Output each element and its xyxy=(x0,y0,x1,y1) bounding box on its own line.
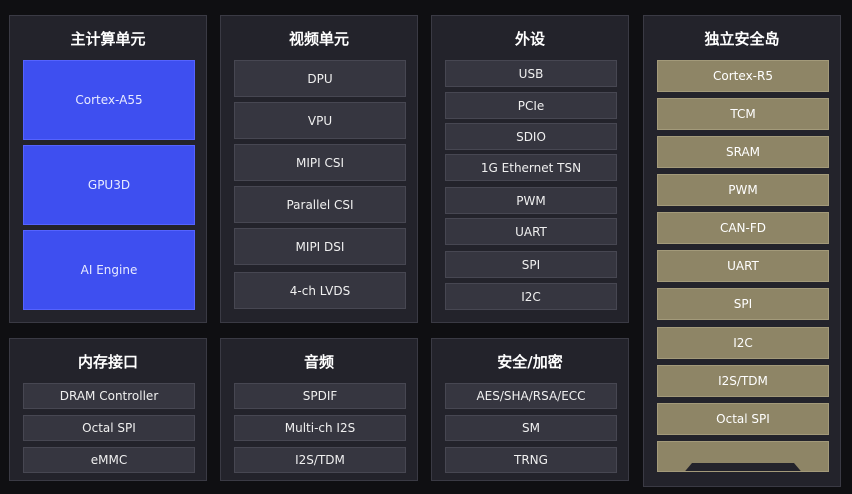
island-octal-spi: Octal SPI xyxy=(657,403,829,435)
block-octal-spi: Octal SPI xyxy=(23,415,195,441)
block-lvds: 4-ch LVDS xyxy=(234,272,406,309)
safety-island-panel: 独立安全岛 Cortex-R5 TCM SRAM PWM CAN-FD UART… xyxy=(643,15,841,487)
block-dram-controller: DRAM Controller xyxy=(23,383,195,409)
block-dpu: DPU xyxy=(234,60,406,97)
main-compute-title: 主计算单元 xyxy=(70,30,146,48)
block-cortex-a55: Cortex-A55 xyxy=(23,60,195,140)
island-cortex-r5: Cortex-R5 xyxy=(657,60,829,92)
main-compute-panel: 主计算单元 Cortex-A55 GPU3D AI Engine xyxy=(9,15,207,323)
island-tcm: TCM xyxy=(657,98,829,130)
memory-title: 内存接口 xyxy=(77,353,138,371)
block-multich-i2s: Multi-ch I2S xyxy=(234,415,406,441)
block-emmc: eMMC xyxy=(23,447,195,473)
block-uart: UART xyxy=(445,218,617,245)
island-i2s-tdm: I2S/TDM xyxy=(657,365,829,397)
block-i2c: I2C xyxy=(445,283,617,310)
block-mipi-csi: MIPI CSI xyxy=(234,144,406,181)
block-spi: SPI xyxy=(445,251,617,278)
block-ai-engine: AI Engine xyxy=(23,230,195,310)
island-spi: SPI xyxy=(657,288,829,320)
block-usb: USB xyxy=(445,60,617,87)
block-aes-sha-rsa-ecc: AES/SHA/RSA/ECC xyxy=(445,383,617,409)
memory-panel: 内存接口 DRAM Controller Octal SPI eMMC xyxy=(9,338,207,481)
video-title: 视频单元 xyxy=(288,30,349,48)
block-trng: TRNG xyxy=(445,447,617,473)
audio-title: 音频 xyxy=(303,353,334,371)
island-can-fd: CAN-FD xyxy=(657,212,829,244)
island-partial-block xyxy=(657,441,829,472)
island-pwm: PWM xyxy=(657,174,829,206)
block-sm: SM xyxy=(445,415,617,441)
block-ethernet-tsn: 1G Ethernet TSN xyxy=(445,154,617,181)
island-uart: UART xyxy=(657,250,829,282)
peripherals-title: 外设 xyxy=(514,30,545,48)
block-sdio: SDIO xyxy=(445,123,617,150)
safety-island-title: 独立安全岛 xyxy=(704,30,780,48)
security-title: 安全/加密 xyxy=(497,353,563,371)
island-notch xyxy=(658,463,828,471)
block-audio-i2s-tdm: I2S/TDM xyxy=(234,447,406,473)
block-spdif: SPDIF xyxy=(234,383,406,409)
block-pwm: PWM xyxy=(445,187,617,214)
block-vpu: VPU xyxy=(234,102,406,139)
block-mipi-dsi: MIPI DSI xyxy=(234,228,406,265)
block-parallel-csi: Parallel CSI xyxy=(234,186,406,223)
block-pcie: PCIe xyxy=(445,92,617,119)
island-i2c: I2C xyxy=(657,327,829,359)
security-panel: 安全/加密 AES/SHA/RSA/ECC SM TRNG xyxy=(431,338,629,481)
block-gpu3d: GPU3D xyxy=(23,145,195,225)
island-sram: SRAM xyxy=(657,136,829,168)
video-panel: 视频单元 DPU VPU MIPI CSI Parallel CSI MIPI … xyxy=(220,15,418,323)
peripherals-panel: 外设 USB PCIe SDIO 1G Ethernet TSN PWM UAR… xyxy=(431,15,629,323)
audio-panel: 音频 SPDIF Multi-ch I2S I2S/TDM xyxy=(220,338,418,481)
